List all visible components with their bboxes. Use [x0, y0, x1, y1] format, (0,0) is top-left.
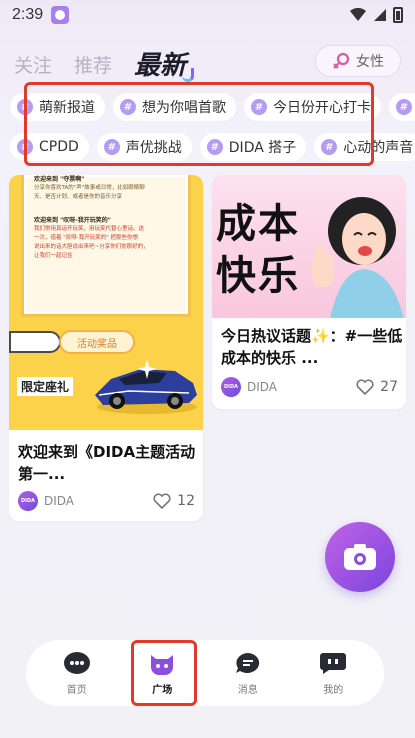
battery-icon — [393, 7, 403, 23]
topic-chip[interactable]: # 萌新报道 — [10, 93, 105, 121]
tab-recommended[interactable]: 推荐 — [74, 51, 112, 84]
nav-profile-label: 我的 — [323, 684, 344, 696]
status-bar: 2:39 — [0, 0, 415, 30]
post-card[interactable]: 成本 快乐 今日热议话题✨：#一些低成本的快乐 ... DIDA DIDA 27 — [212, 175, 406, 409]
hashtag-icon: # — [120, 99, 136, 115]
post-meta: DIDA DIDA 27 — [221, 377, 398, 397]
nav-messages-label: 消息 — [237, 684, 258, 696]
camera-post-button[interactable] — [325, 522, 395, 592]
heart-icon[interactable] — [356, 379, 374, 395]
tab-latest[interactable]: 最新 — [134, 45, 195, 84]
nav-home-label: 首页 — [66, 684, 87, 696]
topic-label: DIDA 搭子 — [228, 140, 297, 156]
limited-gift-label: 限定座礼 — [17, 377, 74, 396]
topic-chip[interactable]: # CPDD — [10, 133, 89, 161]
bottom-navigation: 首页 广场 消息 我的 — [26, 640, 384, 706]
gender-filter-label: 女性 — [356, 54, 384, 70]
wifi-icon — [350, 8, 366, 21]
author-avatar[interactable]: DIDA — [18, 491, 38, 511]
female-icon — [333, 52, 350, 69]
nav-messages[interactable]: 消息 — [216, 651, 280, 696]
topic-chip[interactable]: #心 — [389, 93, 415, 121]
topic-chip[interactable]: # 想为你唱首歌 — [113, 93, 236, 121]
hashtag-icon: # — [103, 139, 120, 155]
topic-row-2: # CPDD # 声优挑战 # DIDA 搭子 # 心动的声音 — [10, 133, 415, 161]
topic-chip[interactable]: # DIDA 搭子 — [199, 133, 307, 161]
heart-icon[interactable] — [153, 493, 171, 509]
nav-square-label: 广场 — [152, 684, 173, 696]
app-notification-icon — [51, 6, 70, 24]
notice-line: 天、是否计划、或者是你的音乐分享 — [34, 194, 123, 200]
post-meta: DIDA DIDA 12 — [18, 491, 195, 511]
hashtag-icon: # — [251, 99, 267, 115]
notice-line: 分享你喜欢TA的"声"故事或日常，比如眼睛聊 — [34, 185, 145, 191]
home-icon — [63, 651, 90, 674]
post-thumbnail: 欢迎来到 "夺票啊" 分享你喜欢TA的"声"故事或日常，比如眼睛聊 天、是否计划… — [9, 175, 203, 430]
post-thumbnail: 成本 快乐 — [212, 175, 406, 318]
notice-line: 我们常用真话开玩笑，用玩笑代替心里话。这 — [34, 226, 145, 232]
activity-prize-label: 活动奖品 — [77, 338, 117, 350]
sports-car-image — [95, 359, 197, 414]
author-name: DIDA — [44, 494, 75, 508]
hashtag-icon: # — [17, 139, 33, 155]
topic-chips: # 萌新报道 # 想为你唱首歌 # 今日份开心打卡 #心 # CPDD # 声优挑战 # D… — [0, 92, 415, 164]
notice-line: 欢迎来到 "夺票啊" — [34, 176, 85, 183]
thumbnail-text: 成本 — [216, 201, 300, 247]
hashtag-icon: # — [17, 99, 33, 115]
topic-label: 想为你唱首歌 — [142, 100, 226, 116]
hashtag-icon: # — [321, 139, 338, 155]
topic-chip[interactable]: # 心动的声音 — [314, 133, 415, 161]
girl-illustration — [312, 197, 404, 318]
hashtag-icon: # — [396, 99, 412, 115]
message-icon — [235, 652, 259, 673]
nav-square[interactable]: 广场 — [130, 651, 194, 696]
post-title: 欢迎来到《DIDA主题活动第一... — [18, 443, 196, 483]
notice-line: 欢迎来到 "叹呀-我开玩笑的" — [34, 217, 111, 224]
signal-icon — [374, 9, 386, 21]
topic-label: CPDD — [39, 139, 79, 155]
post-title: 今日热议话题✨：#一些低成本的快乐 ... — [221, 327, 403, 367]
status-icons — [349, 7, 403, 23]
gender-filter-button[interactable]: 女性 — [315, 45, 401, 77]
square-icon — [151, 654, 174, 675]
topic-label: 萌新报道 — [39, 100, 95, 116]
active-tab-indicator — [182, 68, 195, 82]
camera-icon — [344, 544, 376, 570]
like-count: 27 — [380, 379, 398, 395]
topic-row-1: # 萌新报道 # 想为你唱首歌 # 今日份开心打卡 #心 — [10, 93, 415, 121]
thumbnail-text: 快乐 — [216, 253, 300, 299]
nav-home[interactable]: 首页 — [45, 651, 109, 696]
hashtag-icon: # — [206, 139, 223, 155]
event-notice-paper: 欢迎来到 "夺票啊" 分享你喜欢TA的"声"故事或日常，比如眼睛聊 天、是否计划… — [21, 175, 191, 317]
topic-chip[interactable]: # 声优挑战 — [96, 133, 192, 161]
author-name: DIDA — [247, 380, 278, 394]
topic-label: 今日份开心打卡 — [273, 100, 371, 116]
pointing-hand-illustration — [9, 331, 61, 353]
status-time: 2:39 — [12, 6, 44, 23]
tab-following[interactable]: 关注 — [14, 51, 52, 84]
notice-line: 说出来的话大胆说出来吧~分享你们你那好的， — [34, 244, 149, 250]
profile-icon — [320, 652, 347, 674]
post-card[interactable]: 欢迎来到 "夺票啊" 分享你喜欢TA的"声"故事或日常，比如眼睛聊 天、是否计划… — [9, 175, 203, 521]
topic-label: 心动的声音 — [343, 140, 414, 156]
notice-line: 让我们一起记住 — [34, 253, 73, 259]
topic-label: 声优挑战 — [125, 140, 182, 156]
notice-line: 一次，借着 "叹呀-我开玩笑的" 把那些你想 — [34, 235, 139, 241]
like-count: 12 — [177, 493, 195, 509]
nav-profile[interactable]: 我的 — [301, 651, 365, 696]
author-avatar[interactable]: DIDA — [221, 377, 241, 397]
topic-chip[interactable]: # 今日份开心打卡 — [244, 93, 381, 121]
tab-latest-label: 最新 — [134, 51, 187, 81]
